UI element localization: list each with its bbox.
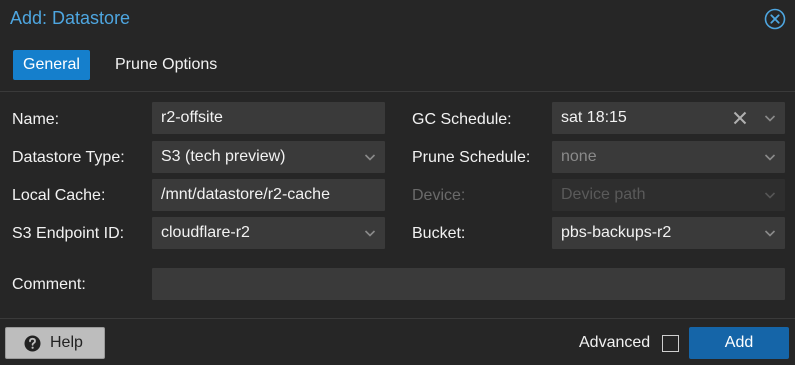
datastore-type-select[interactable]: S3 (tech preview)	[152, 141, 385, 173]
chevron-down-icon[interactable]	[363, 150, 377, 164]
add-button[interactable]: Add	[689, 327, 789, 359]
gc-schedule-label: GC Schedule:	[412, 111, 512, 128]
name-value: r2-offsite	[161, 109, 223, 126]
add-datastore-dialog: Add: Datastore General Prune Options Nam…	[0, 0, 795, 365]
help-label: Help	[50, 334, 83, 351]
local-cache-value: /mnt/datastore/r2-cache	[161, 186, 330, 203]
chevron-down-icon[interactable]	[763, 226, 777, 240]
local-cache-field[interactable]: /mnt/datastore/r2-cache	[152, 179, 385, 211]
dialog-titlebar: Add: Datastore	[0, 0, 795, 38]
bucket-label: Bucket:	[412, 225, 466, 242]
name-field[interactable]: r2-offsite	[152, 102, 385, 134]
clear-x-icon[interactable]	[733, 111, 747, 125]
gc-schedule-combo[interactable]: sat 18:15	[552, 102, 785, 134]
comment-field[interactable]	[152, 268, 785, 300]
chevron-down-icon[interactable]	[363, 226, 377, 240]
tab-bar: General Prune Options	[0, 38, 795, 92]
prune-schedule-label: Prune Schedule:	[412, 149, 531, 166]
device-label: Device:	[412, 187, 466, 204]
tab-prune-options[interactable]: Prune Options	[105, 50, 227, 80]
s3-endpoint-value: cloudflare-r2	[161, 224, 250, 241]
dialog-title: Add: Datastore	[10, 8, 131, 28]
datastore-type-label: Datastore Type:	[12, 149, 125, 166]
question-circle-icon	[24, 335, 41, 352]
chevron-down-icon	[764, 192, 776, 199]
advanced-checkbox[interactable]	[662, 335, 679, 352]
bucket-select[interactable]: pbs-backups-r2	[552, 217, 785, 249]
name-label: Name:	[12, 111, 60, 128]
prune-schedule-placeholder: none	[561, 148, 597, 165]
bucket-value: pbs-backups-r2	[561, 224, 672, 241]
local-cache-label: Local Cache:	[12, 187, 106, 204]
tab-general[interactable]: General	[13, 50, 90, 80]
chevron-down-icon[interactable]	[763, 111, 777, 125]
close-icon[interactable]	[764, 8, 786, 30]
help-button[interactable]: Help	[5, 327, 105, 359]
datastore-type-value: S3 (tech preview)	[161, 148, 286, 165]
chevron-down-icon[interactable]	[763, 150, 777, 164]
s3-endpoint-select[interactable]: cloudflare-r2	[152, 217, 385, 249]
dialog-footer: Help Advanced Add	[0, 318, 795, 365]
prune-schedule-select[interactable]: none	[552, 141, 785, 173]
advanced-label: Advanced	[579, 334, 651, 351]
device-placeholder: Device path	[561, 186, 646, 203]
gc-schedule-value: sat 18:15	[561, 109, 627, 126]
s3-endpoint-label: S3 Endpoint ID:	[12, 225, 125, 242]
comment-label: Comment:	[12, 276, 86, 293]
device-select: Device path	[552, 179, 785, 211]
